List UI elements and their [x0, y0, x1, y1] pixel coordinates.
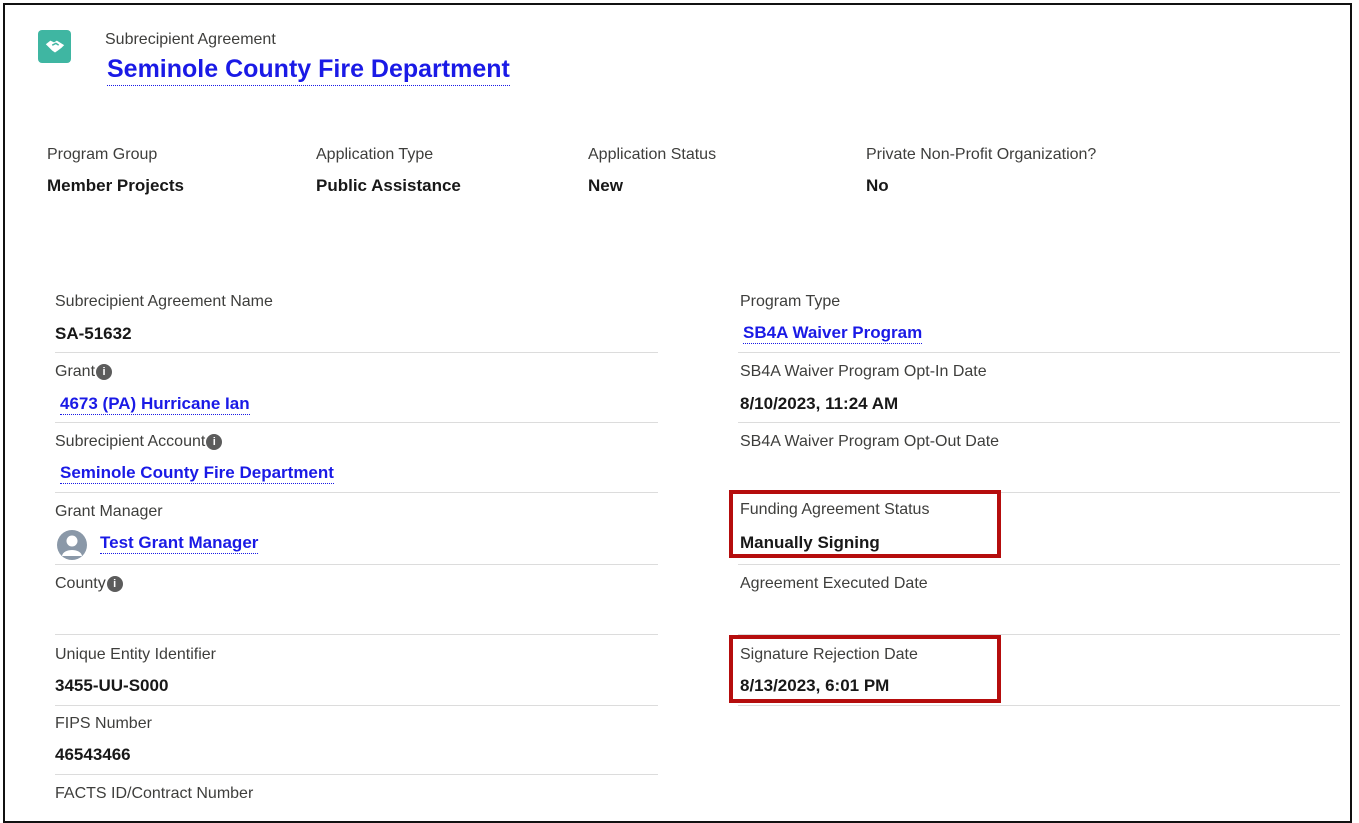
field-label-uei: Unique Entity Identifier — [55, 646, 216, 663]
highlight-value-application-status: New — [588, 176, 623, 195]
highlight-value-program-group: Member Projects — [47, 176, 184, 195]
user-avatar-icon — [57, 530, 87, 560]
field-label-grant: Grant i — [55, 363, 113, 381]
highlight-value-private-nonprofit: No — [866, 176, 889, 195]
subrecipient-account-link[interactable]: Seminole County Fire Department — [60, 463, 334, 484]
field-divider — [55, 492, 658, 493]
info-icon[interactable]: i — [96, 364, 113, 380]
grant-link[interactable]: 4673 (PA) Hurricane Ian — [60, 394, 250, 415]
field-divider — [738, 422, 1340, 423]
object-type-label: Subrecipient Agreement — [105, 31, 276, 48]
field-divider — [55, 774, 658, 775]
field-label-subrecipient-account: Subrecipient Account i — [55, 433, 223, 451]
field-label-opt-out-date: SB4A Waiver Program Opt-Out Date — [740, 433, 1000, 450]
field-divider — [738, 352, 1340, 353]
field-label-agreement-name: Subrecipient Agreement Name — [55, 293, 273, 310]
field-label-program-type: Program Type — [740, 293, 841, 310]
record-title[interactable]: Seminole County Fire Department — [107, 55, 510, 86]
field-label-grant-manager: Grant Manager — [55, 503, 163, 520]
grant-label-text: Grant — [55, 363, 96, 380]
highlight-box-rejection-date — [729, 635, 1001, 703]
field-value-opt-in-date: 8/10/2023, 11:24 AM — [740, 394, 899, 413]
field-divider — [55, 705, 658, 706]
handshake-icon — [38, 30, 71, 63]
info-icon[interactable]: i — [206, 434, 223, 450]
highlight-value-application-type: Public Assistance — [316, 176, 461, 195]
highlight-label-application-status: Application Status — [588, 146, 717, 163]
field-label-facts-id: FACTS ID/Contract Number — [55, 785, 254, 802]
program-type-link[interactable]: SB4A Waiver Program — [743, 323, 923, 344]
subrecipient-account-label-text: Subrecipient Account — [55, 433, 206, 450]
field-divider — [55, 422, 658, 423]
field-label-fips: FIPS Number — [55, 715, 152, 732]
field-divider — [55, 564, 658, 565]
field-label-county: County i — [55, 575, 123, 593]
field-divider — [55, 352, 658, 353]
field-value-agreement-name: SA-51632 — [55, 324, 132, 343]
field-divider — [738, 564, 1340, 565]
info-icon[interactable]: i — [106, 576, 123, 592]
field-divider — [738, 705, 1340, 706]
field-value-fips: 46543466 — [55, 745, 131, 764]
field-value-uei: 3455-UU-S000 — [55, 676, 169, 695]
highlight-label-application-type: Application Type — [316, 146, 434, 163]
grant-manager-link[interactable]: Test Grant Manager — [100, 533, 259, 554]
field-label-executed-date: Agreement Executed Date — [740, 575, 928, 592]
field-label-opt-in-date: SB4A Waiver Program Opt-In Date — [740, 363, 987, 380]
county-label-text: County — [55, 575, 106, 592]
highlight-label-program-group: Program Group — [47, 146, 158, 163]
highlight-box-funding-status — [729, 490, 1001, 558]
field-divider — [55, 634, 658, 635]
highlight-label-private-nonprofit: Private Non-Profit Organization? — [866, 146, 1097, 163]
